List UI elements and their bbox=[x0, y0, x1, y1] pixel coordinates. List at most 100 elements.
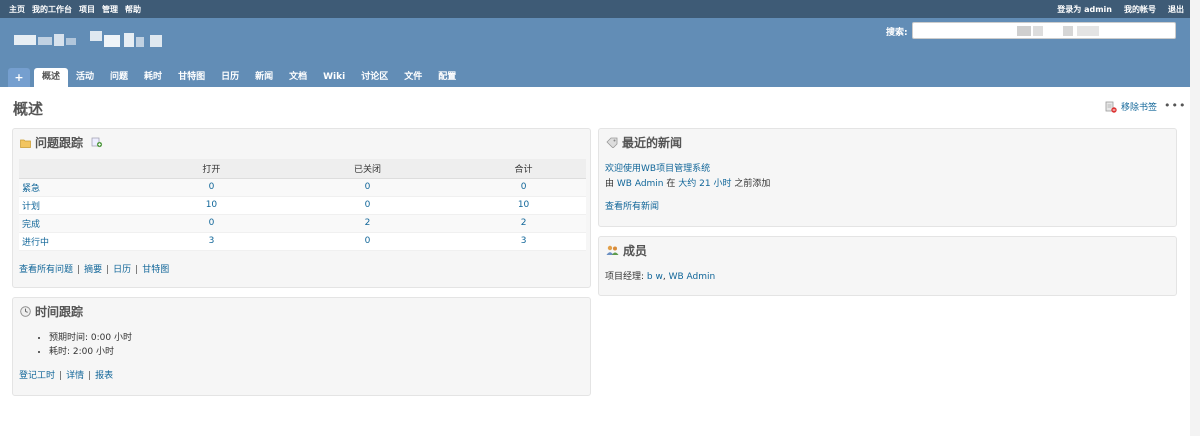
tracker-link[interactable]: 计划 bbox=[22, 202, 40, 212]
closed-count-link[interactable]: 0 bbox=[365, 200, 371, 210]
open-count-link[interactable]: 3 bbox=[209, 236, 215, 246]
table-row: 计划 10 0 10 bbox=[19, 196, 586, 215]
view-all-issues-link[interactable]: 查看所有问题 bbox=[19, 265, 73, 275]
closed-count-link[interactable]: 2 bbox=[365, 218, 371, 228]
total-count-link[interactable]: 10 bbox=[518, 200, 529, 210]
log-time-link[interactable]: 登记工时 bbox=[19, 371, 55, 381]
tab-forums[interactable]: 讨论区 bbox=[353, 68, 396, 87]
issue-tracking-title: 问题跟踪 bbox=[35, 136, 84, 150]
time-tracking-heading: 时间跟踪 bbox=[20, 303, 83, 320]
total-count-link[interactable]: 0 bbox=[521, 182, 527, 192]
closed-count-link[interactable]: 0 bbox=[365, 236, 371, 246]
top-menu: 主页 我的工作台 项目 管理 帮助 登录为 admin 我的帐号 退出 bbox=[0, 0, 1190, 18]
member-link[interactable]: WB Admin bbox=[669, 272, 716, 282]
estimated-time: 预期时间: 0:00 小时 bbox=[49, 331, 132, 345]
member-role-line: 项目经理: b w, WB Admin bbox=[605, 272, 716, 282]
tab-activity[interactable]: 活动 bbox=[68, 68, 102, 87]
tab-wiki[interactable]: Wiki bbox=[315, 68, 353, 87]
time-links: 登记工时 | 详情 | 报表 bbox=[19, 371, 114, 381]
column-header-closed: 已关闭 bbox=[273, 159, 462, 179]
time-details-link[interactable]: 详情 bbox=[66, 371, 84, 381]
main-menu: + 概述 活动 问题 耗时 甘特图 日历 新闻 文档 Wiki 讨论区 文件 配… bbox=[8, 68, 464, 87]
logged-in-label: 登录为 bbox=[1057, 5, 1082, 14]
gantt-link[interactable]: 甘特图 bbox=[142, 265, 169, 275]
issue-tracking-box: 问题跟踪 打开 已关闭 合计 紧急 0 0 0 计划 10 0 10 完成 0 … bbox=[12, 128, 591, 288]
column-header-total: 合计 bbox=[461, 159, 586, 179]
column-header-tracker bbox=[19, 159, 149, 179]
members-box: 成员 项目经理: b w, WB Admin bbox=[598, 236, 1177, 296]
tab-news[interactable]: 新闻 bbox=[247, 68, 281, 87]
search-label: 搜索: bbox=[886, 28, 908, 38]
tab-files[interactable]: 文件 bbox=[396, 68, 430, 87]
tab-calendar[interactable]: 日历 bbox=[213, 68, 247, 87]
logout-link[interactable]: 退出 bbox=[1168, 4, 1184, 15]
table-row: 完成 0 2 2 bbox=[19, 214, 586, 233]
top-menu-help[interactable]: 帮助 bbox=[125, 4, 141, 15]
table-header-row: 打开 已关闭 合计 bbox=[19, 159, 586, 179]
time-tracking-title: 时间跟踪 bbox=[35, 305, 84, 319]
logged-in-as: 登录为 admin bbox=[1057, 4, 1112, 15]
summary-link[interactable]: 摘要 bbox=[84, 265, 102, 275]
tracker-link[interactable]: 进行中 bbox=[22, 238, 49, 248]
issue-summary-table: 打开 已关闭 合计 紧急 0 0 0 计划 10 0 10 完成 0 2 2 进… bbox=[19, 159, 586, 251]
members-heading: 成员 bbox=[606, 242, 647, 259]
remove-bookmark-link[interactable]: 移除书签 bbox=[1105, 100, 1157, 113]
tab-settings[interactable]: 配置 bbox=[430, 68, 464, 87]
my-account-link[interactable]: 我的帐号 bbox=[1124, 4, 1156, 15]
top-menu-my-page[interactable]: 我的工作台 bbox=[32, 4, 72, 15]
news-tag-icon bbox=[606, 137, 618, 148]
column-header-open: 打开 bbox=[149, 159, 274, 179]
clock-icon bbox=[20, 306, 31, 317]
top-menu-projects[interactable]: 项目 bbox=[79, 4, 95, 15]
more-actions-button[interactable]: ••• bbox=[1164, 99, 1186, 112]
tracker-link[interactable]: 完成 bbox=[22, 220, 40, 230]
tracker-link[interactable]: 紧急 bbox=[22, 184, 40, 194]
time-summary-list: 预期时间: 0:00 小时 耗时: 2:00 小时 bbox=[49, 331, 132, 359]
open-count-link[interactable]: 10 bbox=[206, 200, 217, 210]
page-title: 概述 bbox=[13, 100, 44, 118]
spent-time: 耗时: 2:00 小时 bbox=[49, 345, 132, 359]
members-title: 成员 bbox=[623, 244, 648, 258]
time-tracking-box: 时间跟踪 预期时间: 0:00 小时 耗时: 2:00 小时 登记工时|详情|报… bbox=[12, 297, 591, 396]
tab-overview[interactable]: 概述 bbox=[34, 68, 69, 87]
calendar-link[interactable]: 日历 bbox=[113, 265, 131, 275]
news-time-link[interactable]: 大约 21 小时 bbox=[678, 179, 731, 189]
news-title: 最近的新闻 bbox=[622, 136, 683, 150]
issue-links: 查看所有问题 | 摘要 | 日历 | 甘特图 bbox=[19, 265, 170, 275]
news-heading: 最近的新闻 bbox=[606, 134, 682, 151]
news-suffix: 之前添加 bbox=[734, 179, 771, 189]
logged-in-user[interactable]: admin bbox=[1084, 5, 1112, 14]
bookmark-remove-icon bbox=[1105, 101, 1117, 113]
table-row: 紧急 0 0 0 bbox=[19, 178, 586, 197]
top-menu-home[interactable]: 主页 bbox=[9, 4, 25, 15]
project-title-redacted bbox=[14, 31, 168, 47]
news-at-label: 在 bbox=[666, 179, 676, 189]
folder-icon bbox=[20, 139, 31, 148]
open-count-link[interactable]: 0 bbox=[209, 218, 215, 228]
tab-issues[interactable]: 问题 bbox=[102, 68, 136, 87]
remove-bookmark-label[interactable]: 移除书签 bbox=[1121, 100, 1157, 113]
group-icon bbox=[606, 245, 619, 255]
total-count-link[interactable]: 3 bbox=[521, 236, 527, 246]
news-by-label: 由 bbox=[605, 179, 615, 189]
search-input[interactable] bbox=[912, 22, 1176, 39]
tab-spent-time[interactable]: 耗时 bbox=[136, 68, 170, 87]
header: 搜索: + 概述 活动 问题 耗时 甘特图 日历 新闻 文档 Wiki 讨论区 … bbox=[0, 18, 1190, 87]
open-count-link[interactable]: 0 bbox=[209, 182, 215, 192]
member-link[interactable]: b w bbox=[647, 272, 663, 282]
total-count-link[interactable]: 2 bbox=[521, 218, 527, 228]
news-item-link[interactable]: 欢迎使用WB项目管理系统 bbox=[605, 161, 710, 174]
time-report-link[interactable]: 报表 bbox=[95, 371, 113, 381]
add-filter-icon[interactable] bbox=[91, 137, 103, 148]
news-box: 最近的新闻 欢迎使用WB项目管理系统 由 WB Admin 在 大约 21 小时… bbox=[598, 128, 1177, 227]
window-edge bbox=[1190, 0, 1200, 436]
closed-count-link[interactable]: 0 bbox=[365, 182, 371, 192]
news-meta: 由 WB Admin 在 大约 21 小时 之前添加 bbox=[605, 176, 770, 189]
top-menu-admin[interactable]: 管理 bbox=[102, 4, 118, 15]
view-all-news-link[interactable]: 查看所有新闻 bbox=[605, 199, 659, 212]
issue-tracking-heading: 问题跟踪 bbox=[20, 134, 103, 151]
new-object-button[interactable]: + bbox=[8, 68, 30, 87]
tab-gantt[interactable]: 甘特图 bbox=[170, 68, 213, 87]
tab-documents[interactable]: 文档 bbox=[281, 68, 315, 87]
news-author-link[interactable]: WB Admin bbox=[617, 179, 664, 189]
